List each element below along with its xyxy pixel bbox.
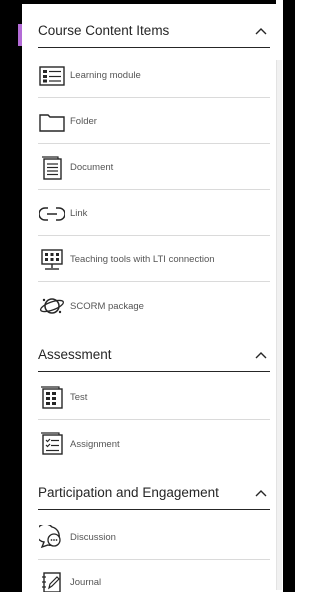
document-icon: [38, 154, 66, 182]
menu-item-link[interactable]: Link: [38, 192, 270, 236]
test-icon: [38, 384, 66, 412]
section-header-course-content-items[interactable]: Course Content Items: [38, 14, 270, 48]
add-content-panel: Course Content Items Learning module Fol…: [22, 0, 276, 592]
menu-item-discussion[interactable]: Discussion: [38, 516, 270, 560]
menu-item-label: Journal: [70, 576, 102, 588]
menu-item-label: Learning module: [70, 70, 141, 81]
assignment-icon: [38, 430, 66, 458]
menu-item-label: Document: [70, 162, 114, 173]
section-title: Assessment: [38, 347, 112, 362]
window-frame-left: [0, 0, 22, 592]
menu-item-journal[interactable]: Journal: [38, 560, 270, 592]
window-frame-right: [283, 0, 295, 592]
menu-item-label: Folder: [70, 116, 97, 127]
menu-item-document[interactable]: Document: [38, 146, 270, 190]
menu-item-label: SCORM package: [70, 300, 144, 312]
scorm-package-icon: [38, 292, 66, 320]
scrollbar[interactable]: [276, 60, 282, 590]
menu-item-label: Link: [70, 208, 88, 219]
menu-item-label: Teaching tools with LTI connection: [70, 254, 215, 265]
menu-item-label: Test: [70, 392, 88, 403]
menu-item-label: Discussion: [70, 532, 116, 543]
menu-item-learning-module[interactable]: Learning module: [38, 54, 270, 98]
chevron-up-icon[interactable]: [252, 346, 270, 364]
lti-tools-icon: [38, 246, 66, 274]
section-title: Participation and Engagement: [38, 485, 219, 500]
folder-icon: [38, 108, 66, 136]
learning-module-icon: [38, 62, 66, 90]
menu-item-scorm-package[interactable]: SCORM package: [38, 284, 270, 328]
menu-item-folder[interactable]: Folder: [38, 100, 270, 144]
chevron-up-icon[interactable]: [252, 22, 270, 40]
menu-item-lti-tools[interactable]: Teaching tools with LTI connection: [38, 238, 270, 282]
discussion-icon: [38, 524, 66, 552]
section-header-participation-engagement[interactable]: Participation and Engagement: [38, 476, 270, 510]
chevron-up-icon[interactable]: [252, 484, 270, 502]
link-icon: [38, 200, 66, 228]
menu-item-test[interactable]: Test: [38, 376, 270, 420]
section-header-assessment[interactable]: Assessment: [38, 338, 270, 372]
journal-icon: [38, 568, 66, 592]
menu-item-assignment[interactable]: Assignment: [38, 422, 270, 466]
menu-item-label: Assignment: [70, 438, 120, 450]
section-title: Course Content Items: [38, 23, 170, 38]
